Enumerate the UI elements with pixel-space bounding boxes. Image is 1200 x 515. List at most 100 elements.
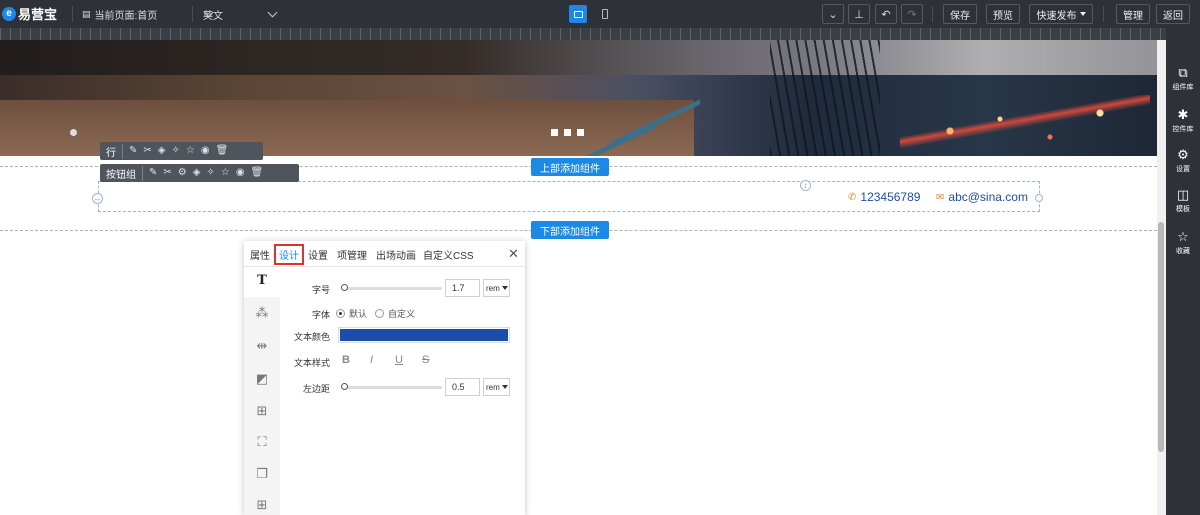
resize-horizontal-handle[interactable]: ↔ [92,193,103,204]
carousel-dot[interactable] [551,129,558,136]
email-address: abc@sina.com [948,190,1028,204]
padding-icon[interactable]: ⛶ [244,434,280,450]
undo-icon: ↶ [881,8,891,21]
width-icon[interactable]: ⇹ [244,338,280,354]
underline-button[interactable]: U [395,354,403,366]
tools-icon[interactable]: ✂ [163,168,171,178]
left-margin-input[interactable]: 0.5 [445,378,480,396]
sidebar-item-favorites[interactable]: ☆ 收藏 [1166,229,1200,256]
sidebar-item-label: 收藏 [1176,248,1190,255]
sidebar-item-label: 设置 [1176,166,1190,173]
font-size-slider-knob[interactable] [341,284,348,291]
add-component-above-button[interactable]: 上部添加组件 [531,158,609,176]
email-button[interactable]: ✉ abc@sina.com [936,190,1028,204]
tab-custom-css[interactable]: 自定义CSS [423,247,474,262]
italic-button[interactable]: I [370,354,373,366]
language-label: 英文 [203,10,223,22]
font-custom-radio[interactable]: 自定义 [375,307,415,320]
resize-vertical-handle[interactable]: ↕ [800,180,811,191]
trash-icon[interactable]: 🗑 [251,168,264,178]
font-size-label: 字号 [311,285,330,295]
banner-image[interactable] [0,40,1157,156]
strikethrough-button[interactable]: S [422,354,429,366]
copy-icon: ⧉ [1178,64,1188,80]
align-button[interactable]: ⊥ [848,4,870,24]
divider [192,6,193,22]
color-swatch [340,329,508,341]
left-margin-unit-select[interactable]: rem [483,378,510,396]
sidebar-item-components[interactable]: ⧉ 组件库 [1166,64,1200,92]
magic-icon[interactable]: ✧ [206,168,214,178]
sidebar-item-settings[interactable]: ⚙ 设置 [1166,147,1200,174]
layers-icon[interactable]: ◈ [158,146,166,156]
carousel-dot[interactable] [564,129,571,136]
radio-label: 默认 [349,309,368,319]
sidebar-item-templates[interactable]: ◫ 模板 [1166,187,1200,214]
banner-city-lights [900,95,1150,155]
edit-icon[interactable]: ✎ [149,168,157,178]
eye-icon[interactable]: ◉ [201,146,210,156]
text-icon-glyph: T [257,273,267,288]
bold-button[interactable]: B [342,354,350,366]
desktop-icon [573,10,583,18]
trash-icon[interactable]: 🗑 [216,146,229,156]
layout-icon[interactable]: ⊞ [244,497,280,513]
mobile-view-button[interactable] [596,5,614,23]
banner-sky [0,40,1157,75]
tab-item-management[interactable]: 项管理 [337,247,367,262]
font-size-input[interactable]: 1.7 [445,279,480,297]
tab-entrance-animation[interactable]: 出场动画 [376,247,416,262]
text-color-picker[interactable] [338,327,510,343]
chevron-down-icon: ⌄ [828,8,838,21]
background-icon[interactable]: ◩ [244,371,280,387]
left-margin-slider[interactable] [342,386,442,389]
button-group-toolbar: 按钮组 ✎ ✂ ⚙ ◈ ✧ ☆ ◉ 🗑 [100,164,299,182]
tools-icon[interactable]: ✂ [143,146,151,156]
shadow-icon[interactable]: ❐ [244,466,280,482]
sidebar-item-label: 模板 [1176,206,1190,213]
radio-circle [375,309,384,318]
font-size-unit-select[interactable]: rem [483,279,510,297]
tab-settings[interactable]: 设置 [308,247,328,262]
eye-icon[interactable]: ◉ [236,168,245,178]
text-style-icon[interactable]: T [244,267,280,297]
collapse-button[interactable]: ⌄ [822,4,844,24]
quick-publish-button[interactable]: 快速发布 [1029,4,1093,24]
back-button[interactable]: 返回 [1156,4,1190,24]
save-button[interactable]: 保存 [943,4,977,24]
magic-icon[interactable]: ✧ [171,146,179,156]
manage-button[interactable]: 管理 [1116,4,1150,24]
resize-right-handle[interactable] [1035,194,1043,202]
text-color-label: 文本颜色 [293,332,330,342]
sidebar-item-controls[interactable]: ✱ 控件库 [1166,106,1200,134]
puzzle-icon: ✱ [1177,106,1189,122]
star-icon[interactable]: ☆ [221,168,230,178]
phone-icon: ✆ [848,191,857,203]
undo-button[interactable]: ↶ [875,4,897,24]
gear-icon[interactable]: ⚙ [178,168,187,178]
logo: e 易营宝 [2,4,57,23]
layers-icon[interactable]: ◈ [193,168,201,178]
carousel-dot[interactable] [577,129,584,136]
horizontal-ruler [0,28,1166,40]
carousel-dots[interactable] [551,129,584,136]
font-default-radio[interactable]: 默认 [336,307,367,320]
border-icon[interactable]: ⊞ [244,403,280,419]
phone-button[interactable]: ✆ 123456789 [848,190,920,204]
left-margin-slider-knob[interactable] [341,383,348,390]
logo-mark-icon: e [2,6,16,21]
tab-properties[interactable]: 属性 [250,247,270,262]
desktop-view-button[interactable] [569,5,587,23]
close-icon[interactable]: ✕ [508,246,519,262]
tab-design[interactable]: 设计 [274,244,304,265]
redo-button[interactable]: ↷ [901,4,923,24]
scrollbar-thumb[interactable] [1158,222,1164,452]
font-size-slider[interactable] [342,287,442,290]
caret-down-icon [501,286,508,290]
edit-icon[interactable]: ✎ [129,146,137,156]
grid-icon[interactable]: ⁂ [244,305,280,321]
language-selector[interactable]: 英文 [203,0,278,28]
add-component-below-button[interactable]: 下部添加组件 [531,221,609,239]
preview-button[interactable]: 预览 [986,4,1020,24]
star-icon[interactable]: ☆ [186,146,195,156]
